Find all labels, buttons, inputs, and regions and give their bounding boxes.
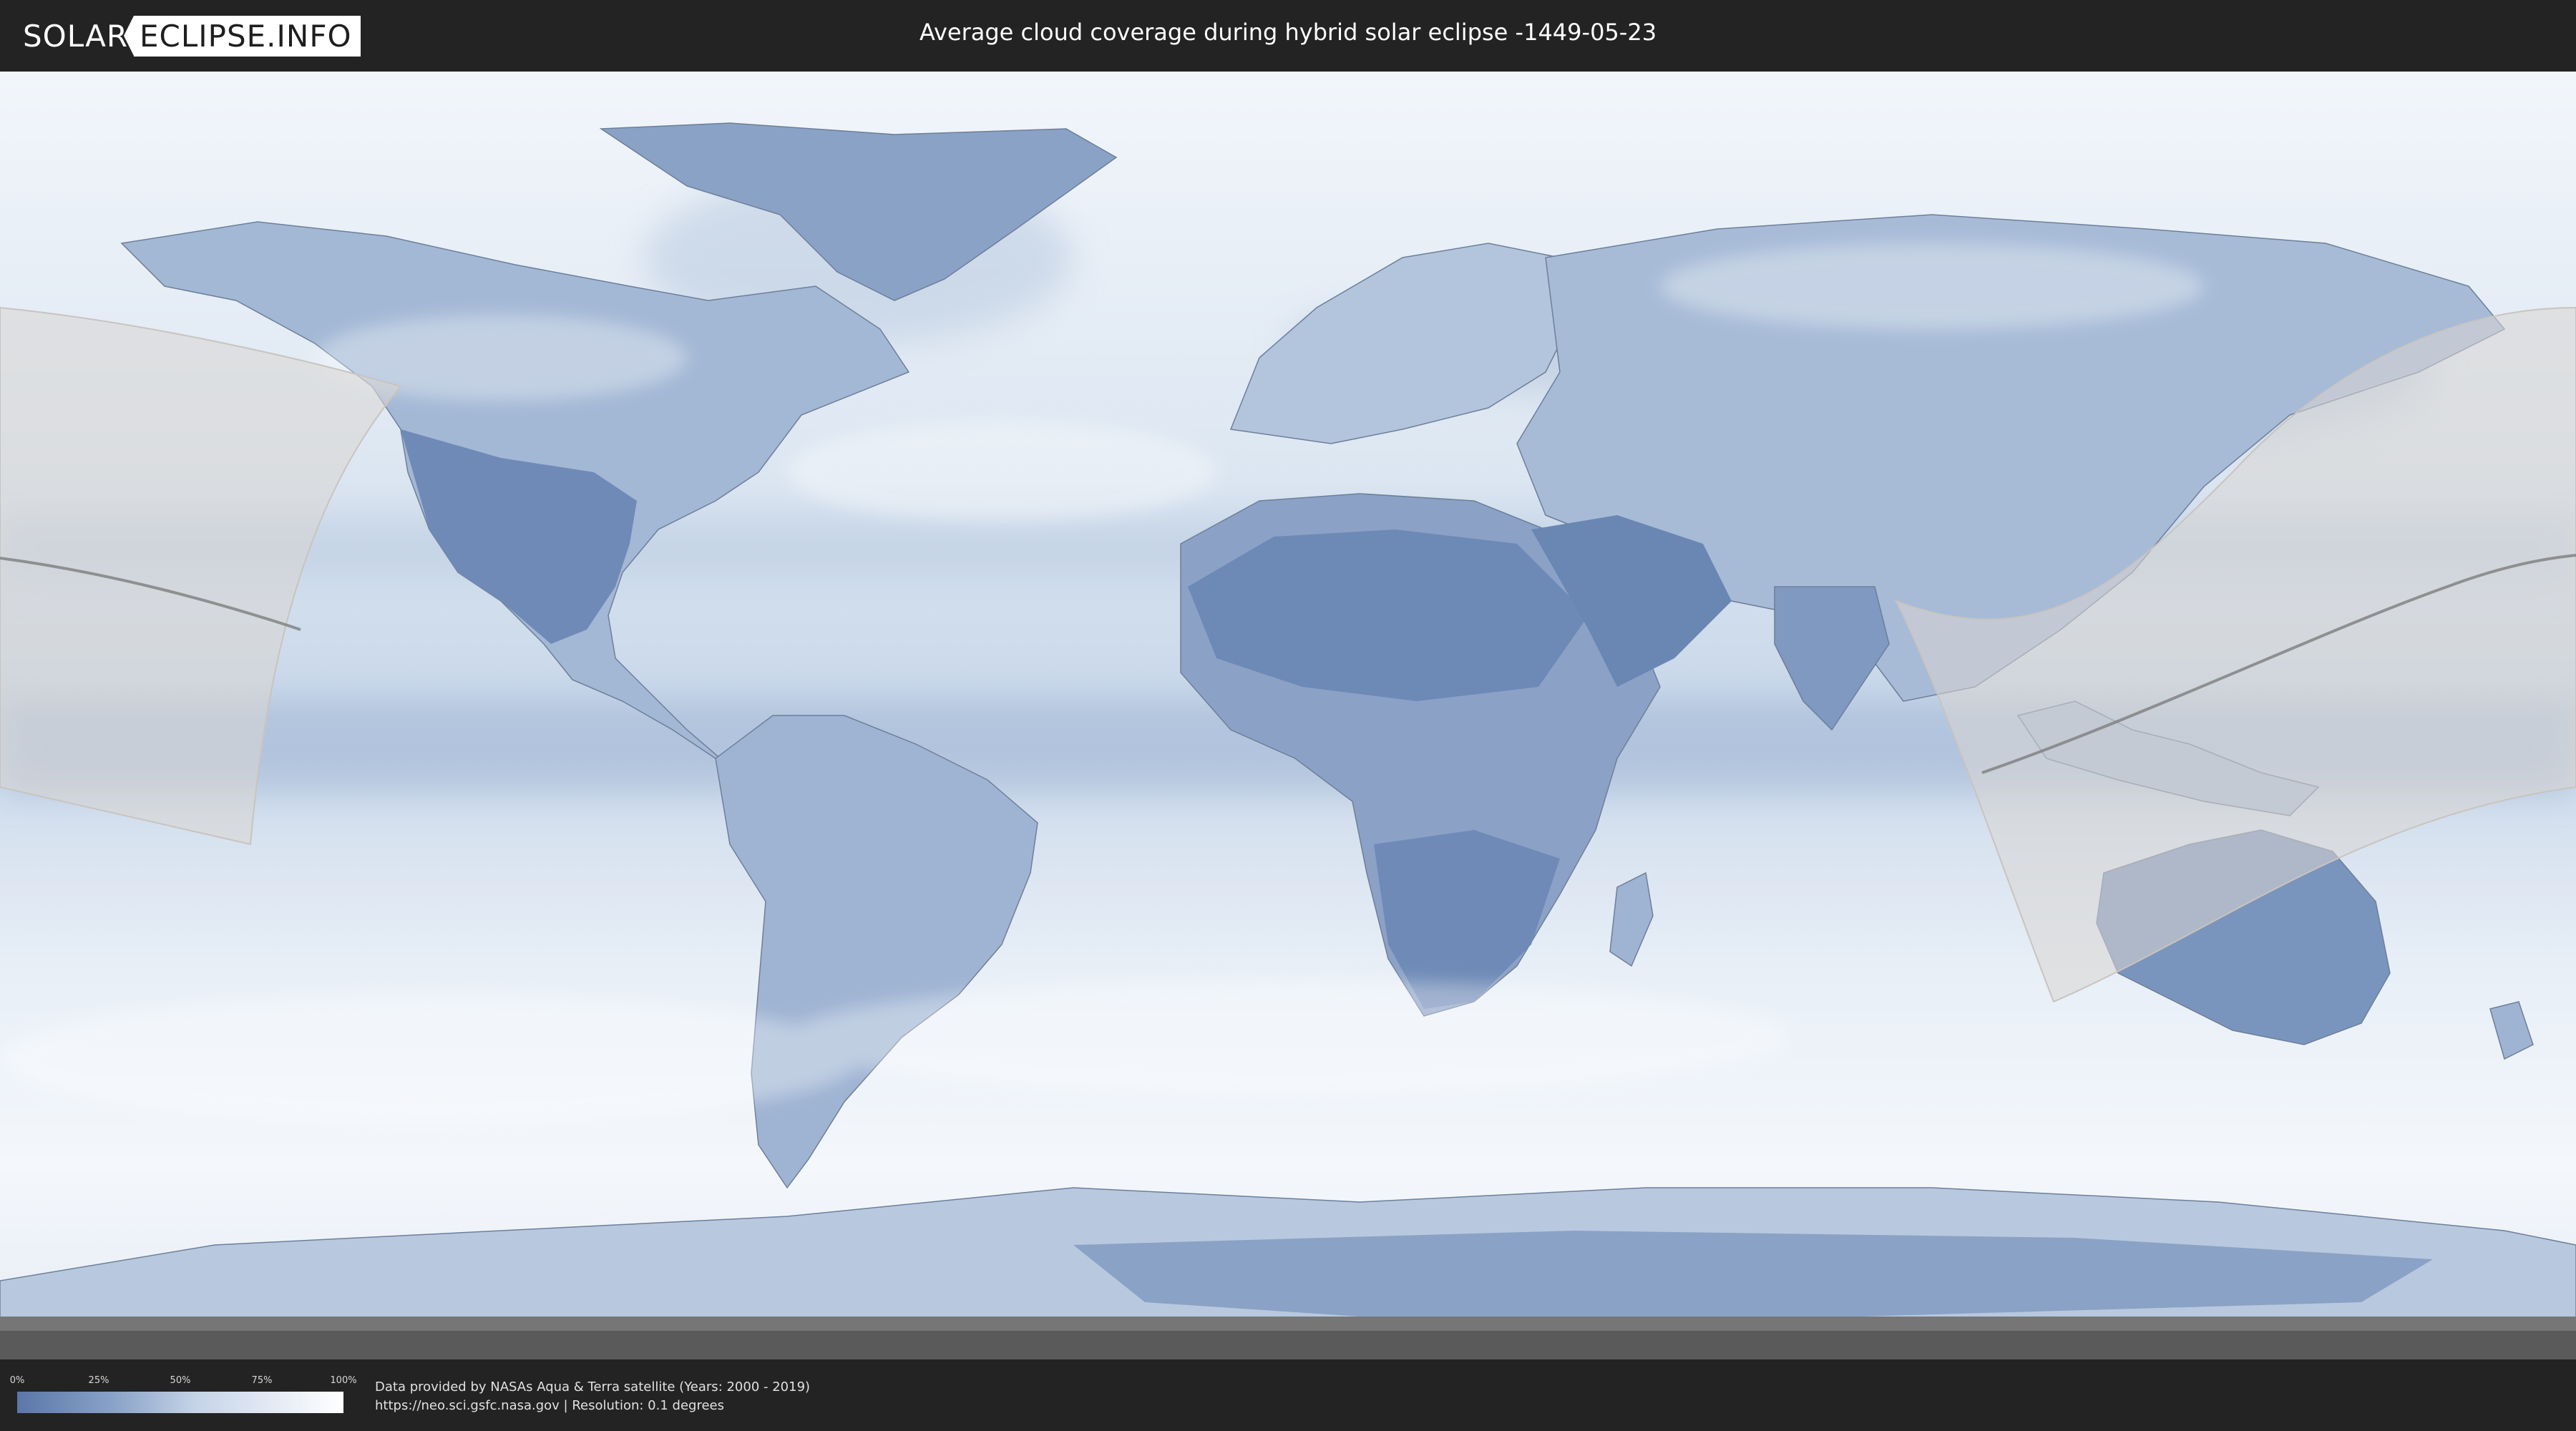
credit-line-source: Data provided by NASAs Aqua & Terra sate… — [375, 1379, 811, 1395]
legend-tick-50: 50% — [170, 1375, 191, 1386]
legend-tick-0: 0% — [9, 1375, 25, 1386]
legend-tick-75: 75% — [251, 1375, 273, 1386]
header-bar: SOLAR ECLIPSE.INFO Average cloud coverag… — [0, 0, 2576, 72]
cloud-coverage-map — [0, 72, 2576, 1359]
page-title: Average cloud coverage during hybrid sol… — [919, 19, 1657, 46]
legend-tick-25: 25% — [88, 1375, 109, 1386]
legend-tick-labels: 0% 25% 50% 75% 100% — [10, 1375, 357, 1387]
map-bottom-edge-highlight — [0, 1317, 2576, 1331]
cloud-coverage-legend-bar — [17, 1392, 343, 1413]
legend-tick-100: 100% — [330, 1375, 357, 1386]
credit-line-resolution: https://neo.sci.gsfc.nasa.gov | Resoluti… — [375, 1398, 724, 1413]
data-credits: Data provided by NASAs Aqua & Terra sate… — [375, 1378, 810, 1415]
world-map-svg — [0, 72, 2576, 1359]
